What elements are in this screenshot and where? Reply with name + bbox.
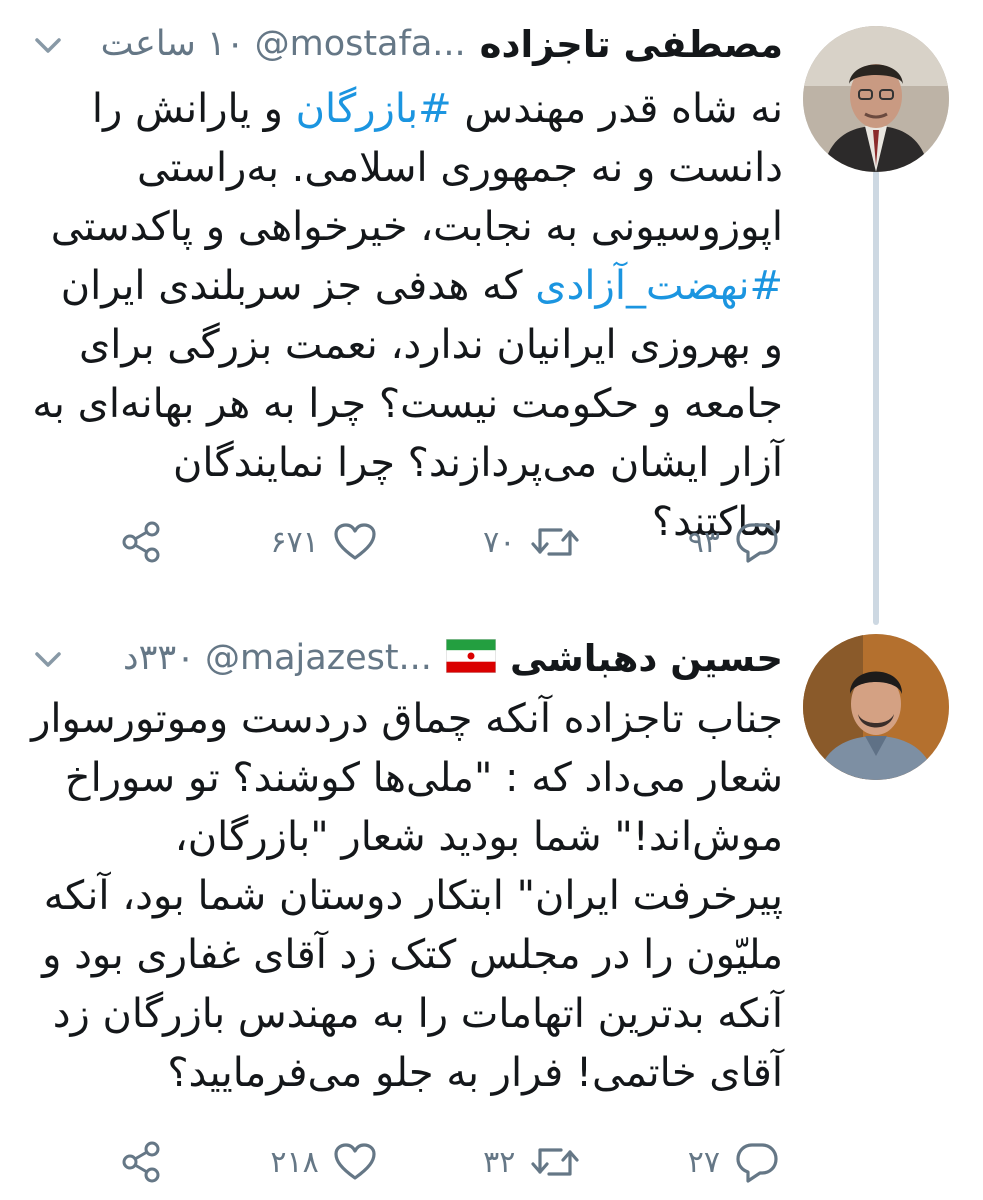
reply-icon [734, 1141, 780, 1183]
avatar[interactable] [803, 634, 949, 780]
like-button[interactable]: ۶۷۱ [270, 522, 376, 562]
reply-count: ۹۳ [687, 524, 720, 560]
iran-flag-icon [445, 638, 497, 677]
author-name[interactable]: حسین دهباشی [510, 637, 783, 680]
tweet-text: نه شاه قدر مهندس #بازرگان و یارانش را دا… [31, 80, 783, 552]
like-count: ۲۱۸ [270, 1144, 319, 1180]
heart-icon [333, 522, 377, 562]
tweet-actions: ۶۷۱ ۷۰ ۹۳ [120, 512, 780, 572]
author-name[interactable]: مصطفی تاجزاده [480, 23, 783, 66]
hashtag-link[interactable]: #نهضت_آزادی [535, 263, 783, 309]
retweet-count: ۳۲ [483, 1144, 516, 1180]
retweet-count: ۷۰ [483, 524, 516, 560]
hashtag-link[interactable]: #بازرگان [296, 86, 452, 132]
like-count: ۶۷۱ [270, 524, 319, 560]
author-handle[interactable]: @mostafa... [255, 24, 466, 64]
heart-icon [333, 1142, 377, 1182]
reply-button[interactable]: ۹۳ [688, 521, 780, 563]
retweet-button[interactable]: ۷۰ [483, 522, 581, 562]
text-segment: جناب تاجزاده آنکه چماق دردست وموتورسوار … [31, 696, 783, 1096]
share-button[interactable] [120, 520, 164, 564]
tweet-actions: ۲۱۸ ۳۲ ۲۷ [120, 1132, 780, 1192]
retweet-button[interactable]: ۳۲ [483, 1142, 581, 1182]
avatar-hossein [803, 634, 949, 780]
tweet[interactable]: مصطفی تاجزاده @mostafa... ۱۰ ساعت نه شاه… [0, 0, 983, 610]
tweet[interactable]: حسین دهباشی @majazest... ۳۳۰د جناب تاجزا… [0, 610, 983, 1200]
share-icon [120, 520, 164, 564]
text-segment: نه شاه قدر مهندس [451, 86, 783, 132]
reply-icon [734, 521, 780, 563]
share-button[interactable] [120, 1140, 164, 1184]
reply-button[interactable]: ۲۷ [688, 1141, 780, 1183]
avatar[interactable] [803, 26, 949, 172]
share-icon [120, 1140, 164, 1184]
reply-count: ۲۷ [687, 1144, 720, 1180]
chevron-down-icon[interactable] [30, 642, 66, 678]
avatar-mostafa [803, 26, 949, 172]
timestamp[interactable]: ۳۳۰د [123, 638, 195, 678]
retweet-icon [529, 522, 581, 562]
like-button[interactable]: ۲۱۸ [270, 1142, 376, 1182]
chevron-down-icon[interactable] [30, 28, 66, 64]
timestamp[interactable]: ۱۰ ساعت [101, 24, 245, 64]
tweet-text: جناب تاجزاده آنکه چماق دردست وموتورسوار … [31, 690, 783, 1103]
tweet-header: حسین دهباشی @majazest... ۳۳۰د [123, 630, 783, 686]
author-handle[interactable]: @majazest... [205, 638, 432, 678]
tweet-header: مصطفی تاجزاده @mostafa... ۱۰ ساعت [101, 16, 783, 72]
retweet-icon [529, 1142, 581, 1182]
